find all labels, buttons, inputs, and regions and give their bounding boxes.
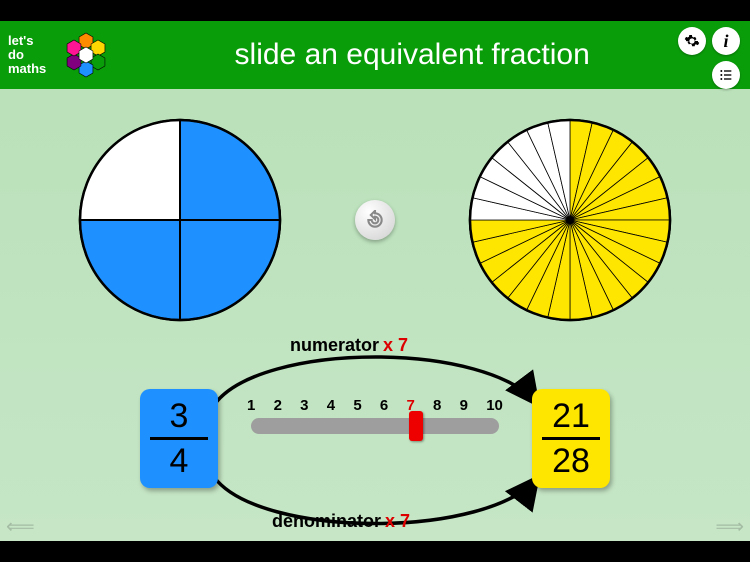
result-numerator: 21 <box>536 397 606 435</box>
reset-button[interactable] <box>355 200 395 240</box>
slider-tick: 8 <box>433 397 441 414</box>
slider-tick-labels: 12345678910 <box>245 397 505 414</box>
result-denominator: 28 <box>536 442 606 480</box>
page-title: slide an equivalent fraction <box>74 38 750 72</box>
brand-line: maths <box>8 62 46 76</box>
slider-track[interactable] <box>251 418 499 434</box>
multiplier-slider[interactable]: 12345678910 <box>245 397 505 434</box>
numerator-label: numeratorx 7 <box>290 335 408 356</box>
pie-row <box>0 89 750 331</box>
info-button[interactable]: i <box>712 27 740 55</box>
brand-line: let's <box>8 34 46 48</box>
fraction-bar <box>542 437 600 440</box>
footer-nav: ⟸ ⟹ <box>0 514 750 539</box>
slider-thumb[interactable] <box>409 411 423 441</box>
next-icon[interactable]: ⟹ <box>715 514 744 539</box>
result-pie <box>465 115 675 325</box>
settings-button[interactable] <box>678 27 706 55</box>
result-fraction-box: 21 28 <box>532 389 610 488</box>
slider-tick: 5 <box>353 397 361 414</box>
numerator-word: numerator <box>290 335 379 355</box>
source-numerator: 3 <box>144 397 214 435</box>
slider-tick: 2 <box>274 397 282 414</box>
app-stage: let's do maths slide an equivalent fract… <box>0 21 750 541</box>
prev-icon[interactable]: ⟸ <box>6 514 35 539</box>
header-buttons: i <box>664 27 740 89</box>
fraction-bar <box>150 437 208 440</box>
brand-line: do <box>8 48 46 62</box>
slider-tick: 10 <box>486 397 503 414</box>
header-bar: let's do maths slide an equivalent fract… <box>0 21 750 89</box>
slider-tick: 9 <box>460 397 468 414</box>
slider-tick: 4 <box>327 397 335 414</box>
menu-list-button[interactable] <box>712 61 740 89</box>
slider-tick: 1 <box>247 397 255 414</box>
slider-tick: 3 <box>300 397 308 414</box>
source-pie <box>75 115 285 325</box>
source-denominator: 4 <box>144 442 214 480</box>
brand-text: let's do maths <box>0 28 54 82</box>
source-fraction-box: 3 4 <box>140 389 218 488</box>
numerator-mult: x 7 <box>383 335 408 355</box>
slider-tick: 6 <box>380 397 388 414</box>
